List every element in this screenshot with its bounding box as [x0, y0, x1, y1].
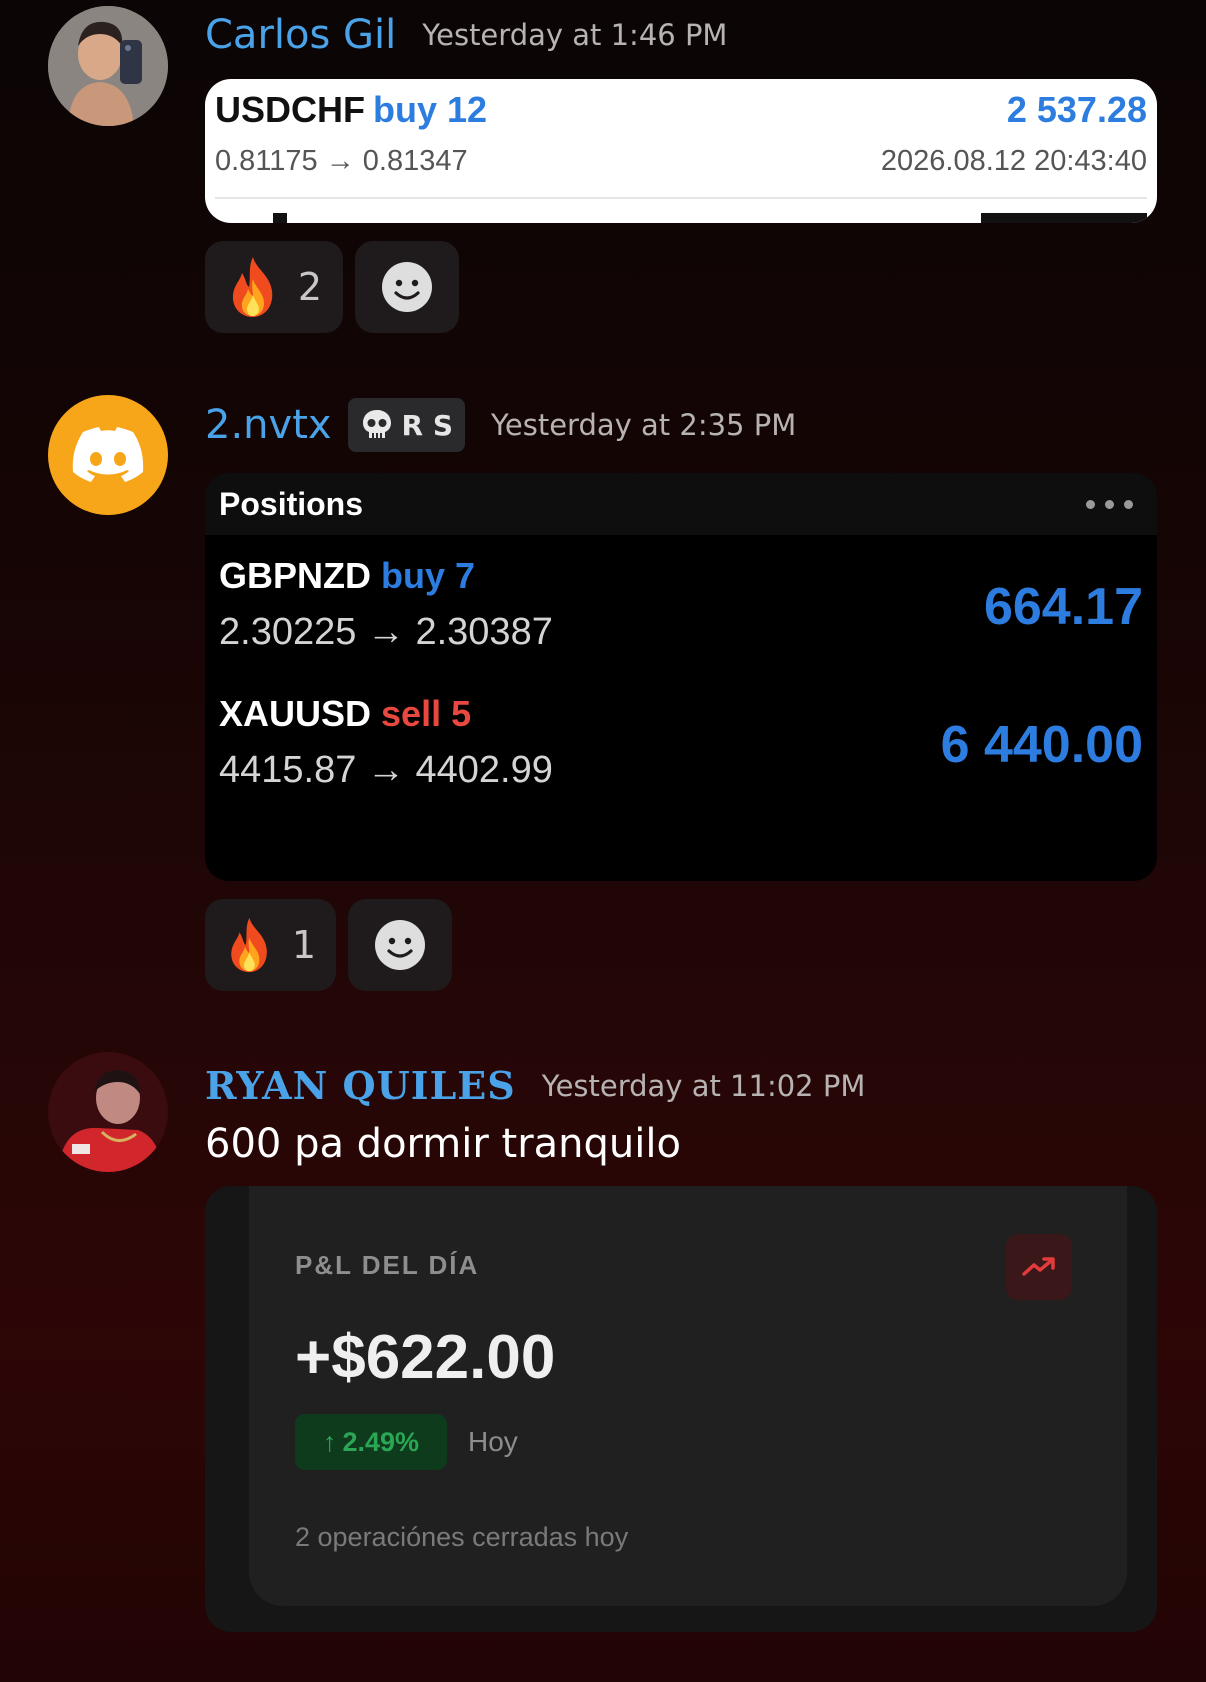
percent-period: Hoy	[468, 1426, 518, 1457]
pnl-value: +$622.00	[295, 1323, 556, 1392]
message-header: RYAN QUILES Yesterday at 11:02 PM	[205, 1063, 865, 1108]
percent-value: 2.49%	[342, 1426, 420, 1457]
avatar-ryan-photo	[48, 1052, 168, 1172]
avatar-ryan[interactable]	[48, 1052, 168, 1172]
message-text: 600 pa dormir tranquilo	[205, 1121, 681, 1167]
pnl-card: P&L DEL DÍA +$622.00 ↑ 2.49% Hoy 2 opera…	[249, 1186, 1127, 1606]
pnl-label: P&L DEL DÍA	[295, 1250, 480, 1280]
pnl-footer: 2 operaciónes cerradas hoy	[295, 1522, 629, 1552]
message-ryan: RYAN QUILES Yesterday at 11:02 PM 600 pa…	[0, 0, 1206, 1682]
timestamp: Yesterday at 11:02 PM	[541, 1068, 866, 1103]
arrow-up-icon: ↑	[322, 1426, 337, 1457]
trend-up-icon	[1006, 1234, 1072, 1300]
username[interactable]: RYAN QUILES	[205, 1063, 516, 1108]
percent-badge: ↑ 2.49%	[295, 1414, 447, 1470]
pnl-image[interactable]: P&L DEL DÍA +$622.00 ↑ 2.49% Hoy 2 opera…	[205, 1186, 1157, 1632]
